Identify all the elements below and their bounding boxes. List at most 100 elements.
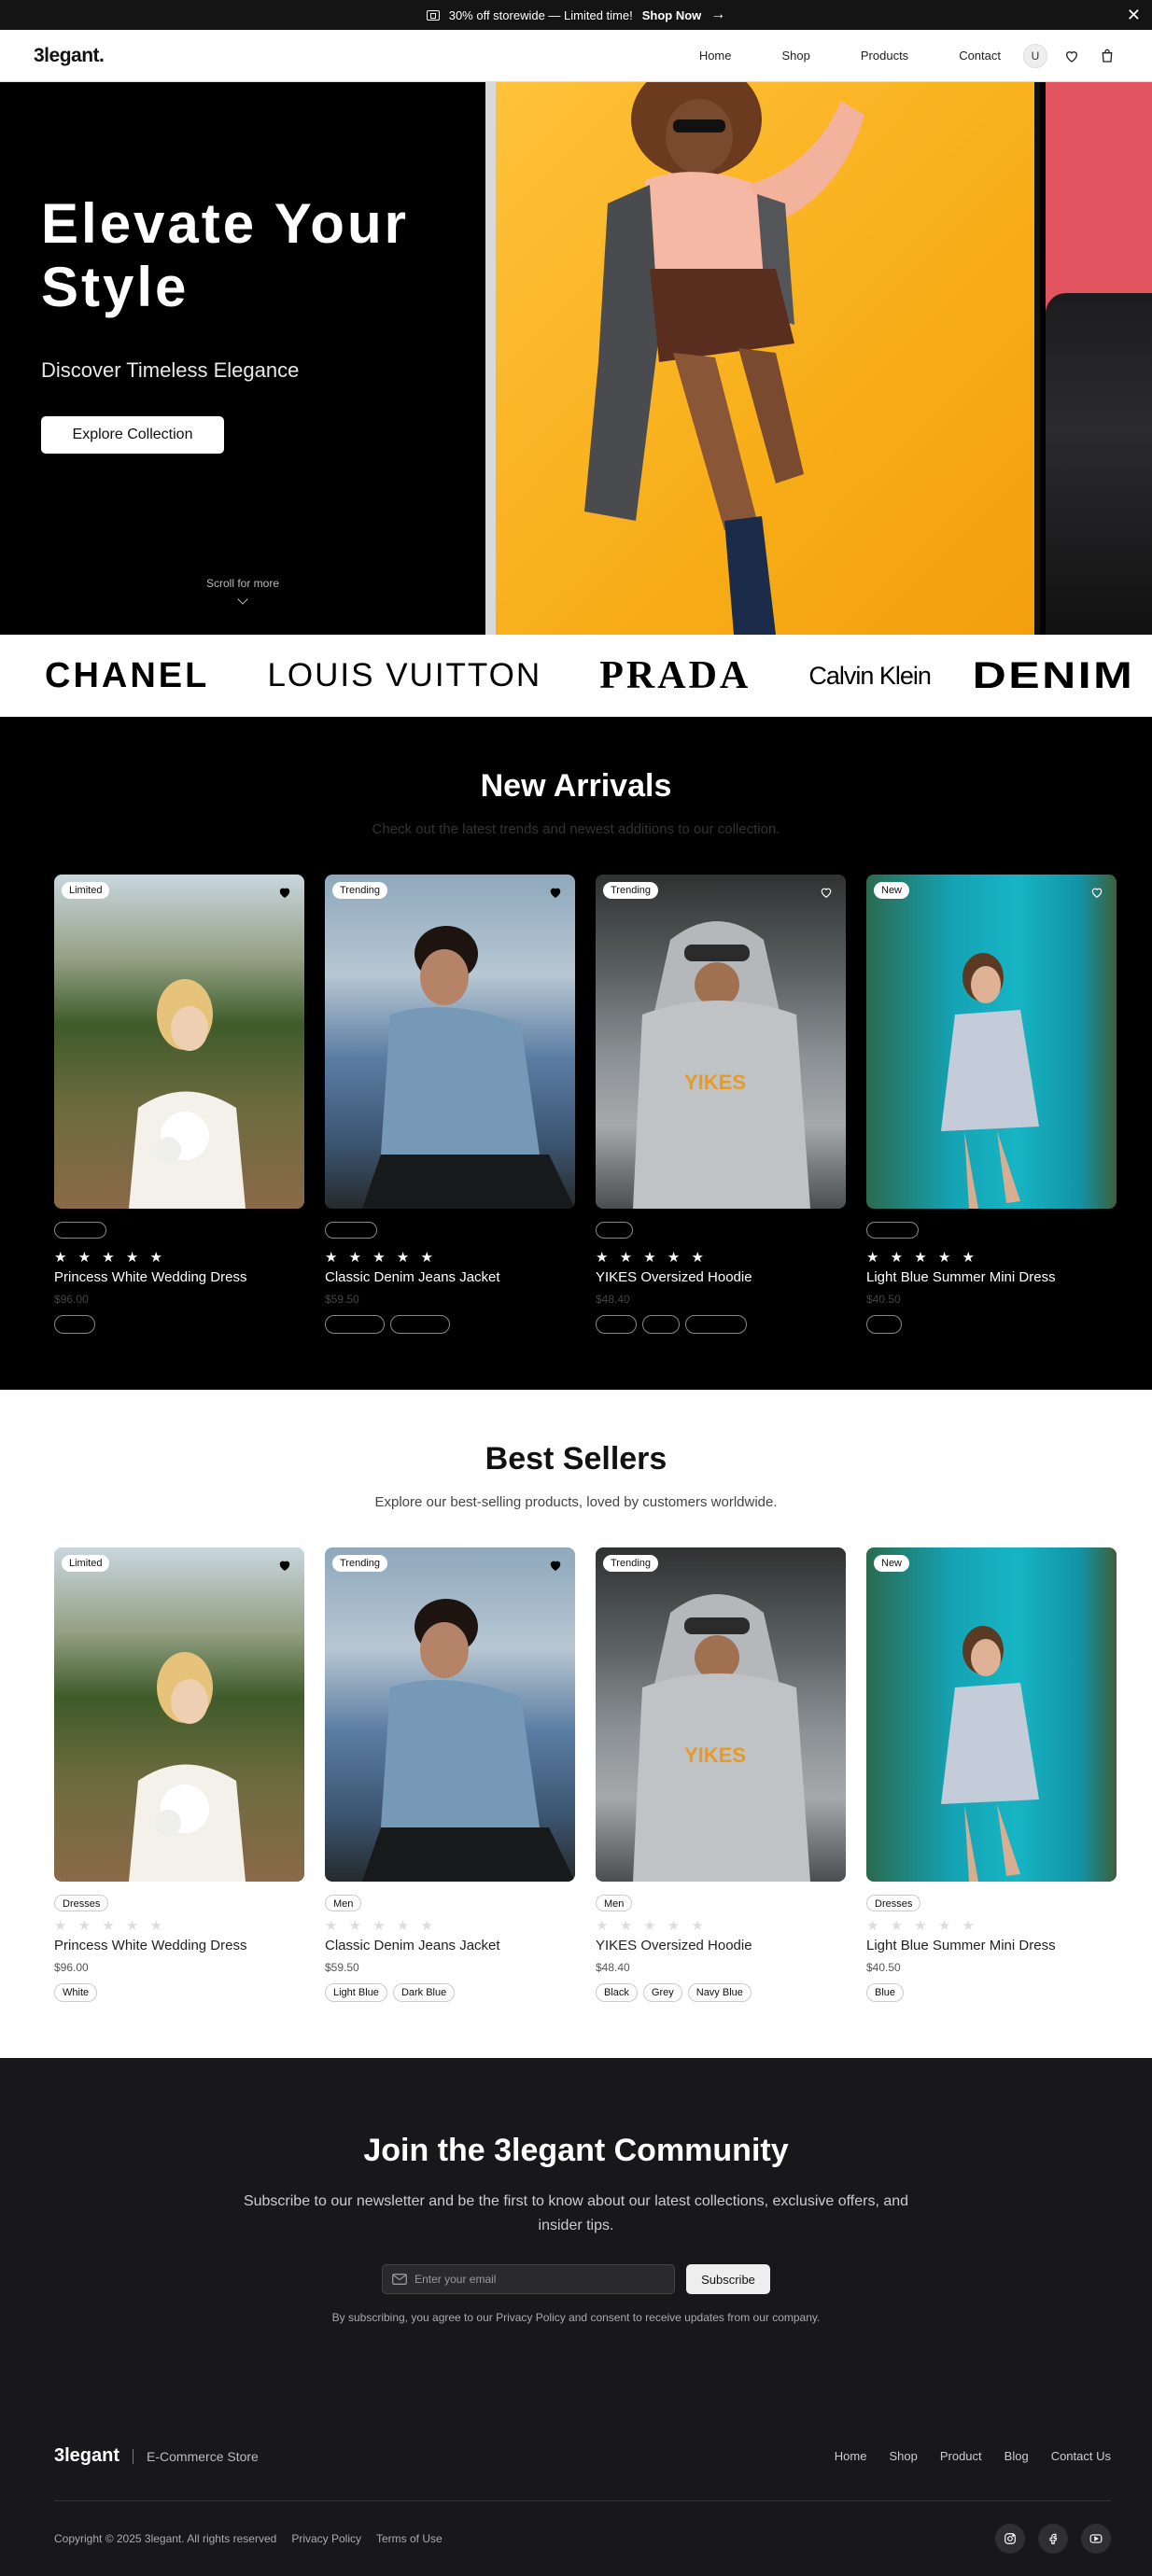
rating-stars: ★ ★ ★ ★ ★ bbox=[54, 1918, 166, 1934]
nav-link-home[interactable]: Home bbox=[699, 49, 732, 63]
product-price: $48.40 bbox=[596, 1961, 630, 1974]
rating-stars: ★ ★ ★ ★ ★ bbox=[866, 1918, 978, 1934]
footer-link-blog[interactable]: Blog bbox=[1004, 2449, 1029, 2463]
newsletter-text: Subscribe to our newsletter and be the f… bbox=[243, 2193, 909, 2233]
product-category bbox=[325, 1222, 377, 1239]
product-name[interactable]: Princess White Wedding Dress bbox=[54, 1269, 304, 1285]
product-image[interactable]: YIKES Trending bbox=[596, 1547, 846, 1882]
product-category bbox=[866, 1222, 919, 1239]
product-image[interactable]: Trending bbox=[325, 875, 575, 1209]
privacy-policy-link[interactable]: Privacy Policy bbox=[291, 2532, 361, 2545]
nav-link-shop[interactable]: Shop bbox=[782, 49, 810, 63]
explore-collection-button[interactable]: Explore Collection bbox=[41, 416, 224, 454]
product-image[interactable]: New bbox=[866, 875, 1117, 1209]
product-category bbox=[596, 1222, 633, 1239]
color-chip[interactable] bbox=[390, 1315, 450, 1334]
product-card[interactable]: New Dresses ★ ★ ★ ★ ★ Light Blue Summer … bbox=[866, 1547, 1117, 2002]
color-chip[interactable] bbox=[866, 1315, 902, 1334]
facebook-icon[interactable] bbox=[1038, 2524, 1068, 2554]
avatar[interactable]: U bbox=[1023, 43, 1047, 68]
product-name[interactable]: YIKES Oversized Hoodie bbox=[596, 1269, 846, 1285]
product-name[interactable]: Princess White Wedding Dress bbox=[54, 1938, 304, 1953]
arrow-right-icon[interactable]: → bbox=[710, 7, 725, 23]
color-options bbox=[54, 1315, 304, 1334]
color-chip[interactable]: Blue bbox=[866, 1983, 905, 2002]
best-sellers-grid: Limited Dresses ★ ★ ★ ★ ★ Princess White… bbox=[0, 1547, 1152, 2002]
footer-logo[interactable]: 3legant bbox=[54, 2445, 119, 2467]
svg-text:YIKES: YIKES bbox=[684, 1071, 746, 1094]
color-chip[interactable] bbox=[685, 1315, 747, 1334]
product-card[interactable]: YIKES Trending Men ★ ★ ★ ★ ★ YIKES Overs… bbox=[596, 1547, 846, 2002]
product-category: Dresses bbox=[54, 1895, 109, 1911]
shop-now-link[interactable]: Shop Now bbox=[642, 8, 702, 22]
heart-icon[interactable] bbox=[549, 1559, 562, 1572]
heart-icon[interactable] bbox=[1090, 886, 1103, 899]
newsletter-note: By subscribing, you agree to our Privacy… bbox=[331, 2311, 821, 2324]
product-name[interactable]: Light Blue Summer Mini Dress bbox=[866, 1269, 1117, 1285]
footer-link-contact[interactable]: Contact Us bbox=[1051, 2449, 1111, 2463]
close-icon[interactable]: ✕ bbox=[1127, 6, 1141, 25]
footer-link-home[interactable]: Home bbox=[835, 2449, 867, 2463]
svg-text:YIKES: YIKES bbox=[684, 1743, 746, 1767]
product-badge: New bbox=[874, 1555, 910, 1572]
heart-icon[interactable] bbox=[1061, 45, 1083, 67]
youtube-icon[interactable] bbox=[1081, 2524, 1111, 2554]
newsletter-section: Join the 3legant Community Subscribe to … bbox=[0, 2058, 1152, 2380]
color-chip[interactable] bbox=[325, 1315, 385, 1334]
heart-icon[interactable] bbox=[278, 1559, 291, 1572]
heart-icon[interactable] bbox=[278, 886, 291, 899]
footer-link-product[interactable]: Product bbox=[940, 2449, 982, 2463]
logo[interactable]: 3legant. bbox=[34, 45, 105, 67]
color-chip[interactable] bbox=[642, 1315, 680, 1334]
brand-logo-calvin-klein: Calvin Klein bbox=[808, 661, 932, 690]
new-arrivals-grid: Limited ★ ★ ★ ★ ★ Princess White Wedding… bbox=[0, 875, 1152, 1334]
rating-stars: ★ ★ ★ ★ ★ bbox=[325, 1918, 437, 1934]
product-name[interactable]: YIKES Oversized Hoodie bbox=[596, 1938, 846, 1953]
nav-link-contact[interactable]: Contact bbox=[959, 49, 1001, 63]
color-chip[interactable]: Black bbox=[596, 1983, 638, 2002]
product-info: ★ ★ ★ ★ ★ Princess White Wedding Dress $… bbox=[54, 1222, 304, 1334]
subscribe-button[interactable]: Subscribe bbox=[686, 2264, 770, 2294]
color-chip[interactable]: Dark Blue bbox=[392, 1983, 456, 2002]
product-image[interactable]: New bbox=[866, 1547, 1117, 1882]
product-image[interactable]: YIKES Trending bbox=[596, 875, 846, 1209]
color-options: White bbox=[54, 1983, 304, 2002]
color-chip[interactable]: Navy Blue bbox=[687, 1983, 752, 2002]
product-name[interactable]: Classic Denim Jeans Jacket bbox=[325, 1938, 575, 1953]
heart-icon[interactable] bbox=[820, 886, 833, 899]
product-card[interactable]: Trending ★ ★ ★ ★ ★ Classic Denim Jeans J… bbox=[325, 875, 575, 1334]
product-card[interactable]: New ★ ★ ★ ★ ★ Light Blue Summer Mini Dre… bbox=[866, 875, 1117, 1334]
color-chip[interactable]: Light Blue bbox=[325, 1983, 387, 2002]
color-chip[interactable]: Grey bbox=[642, 1983, 682, 2002]
product-image[interactable]: Limited bbox=[54, 875, 304, 1209]
product-name[interactable]: Light Blue Summer Mini Dress bbox=[866, 1938, 1117, 1953]
terms-link[interactable]: Terms of Use bbox=[376, 2532, 443, 2545]
instagram-icon[interactable] bbox=[995, 2524, 1025, 2554]
product-card[interactable]: Limited ★ ★ ★ ★ ★ Princess White Wedding… bbox=[54, 875, 304, 1334]
chevron-down-icon bbox=[237, 594, 248, 605]
color-chip[interactable]: White bbox=[54, 1983, 98, 2002]
product-image[interactable]: Limited bbox=[54, 1547, 304, 1882]
footer-link-shop[interactable]: Shop bbox=[889, 2449, 917, 2463]
copyright: Copyright © 2025 3legant. All rights res… bbox=[54, 2532, 277, 2545]
mail-icon bbox=[392, 2274, 408, 2285]
color-chip[interactable] bbox=[54, 1315, 95, 1334]
footer-brand: 3legant E-Commerce Store bbox=[54, 2445, 259, 2467]
color-chip[interactable] bbox=[596, 1315, 637, 1334]
announcement-text: 30% off storewide — Limited time! bbox=[448, 7, 633, 22]
product-price: $59.50 bbox=[325, 1961, 359, 1974]
color-options bbox=[866, 1315, 1117, 1334]
shopping-bag-icon[interactable] bbox=[1096, 45, 1118, 67]
heart-icon[interactable] bbox=[549, 886, 562, 899]
product-name[interactable]: Classic Denim Jeans Jacket bbox=[325, 1269, 575, 1285]
product-badge: Trending bbox=[603, 1555, 659, 1572]
hero-image-side bbox=[1046, 82, 1152, 635]
product-image[interactable]: Trending bbox=[325, 1547, 575, 1882]
product-card[interactable]: Trending Men ★ ★ ★ ★ ★ Classic Denim Jea… bbox=[325, 1547, 575, 2002]
product-card[interactable]: YIKES Trending ★ ★ ★ ★ ★ YIKES Oversized… bbox=[596, 875, 846, 1334]
product-info: ★ ★ ★ ★ ★ YIKES Oversized Hoodie $48.40 bbox=[596, 1222, 846, 1334]
email-placeholder: Enter your email bbox=[414, 2273, 497, 2286]
product-card[interactable]: Limited Dresses ★ ★ ★ ★ ★ Princess White… bbox=[54, 1547, 304, 2002]
nav-link-products[interactable]: Products bbox=[861, 49, 908, 63]
email-field[interactable]: Enter your email bbox=[382, 2264, 676, 2294]
